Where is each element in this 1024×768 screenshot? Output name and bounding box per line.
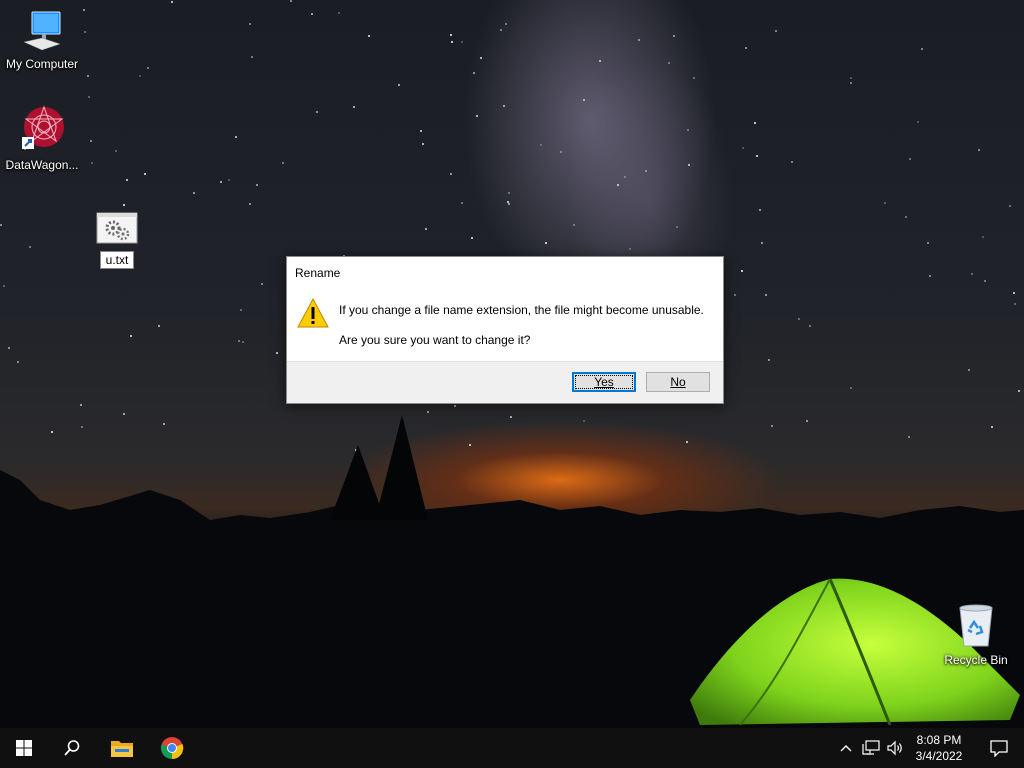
windows-logo-icon xyxy=(16,740,32,756)
rename-dialog: Rename If you change a file name extensi… xyxy=(286,256,724,404)
desktop-icon-label: My Computer xyxy=(5,57,79,71)
chrome-button[interactable] xyxy=(148,728,196,768)
dialog-message: If you change a file name extension, the… xyxy=(339,303,704,317)
action-center-button[interactable] xyxy=(974,728,1024,768)
desktop-icon-label: Recycle Bin xyxy=(944,653,1008,667)
dialog-title: Rename xyxy=(295,266,341,280)
volume-button[interactable] xyxy=(884,740,906,756)
rename-input[interactable]: u.txt xyxy=(99,251,135,269)
desktop-icon-u-txt[interactable]: u.txt xyxy=(86,212,148,269)
desktop-icon-recycle-bin[interactable]: Recycle Bin xyxy=(934,602,1018,667)
search-icon xyxy=(64,740,80,756)
datawagon-icon xyxy=(22,105,64,149)
yes-button[interactable]: Yes xyxy=(572,372,636,392)
show-hidden-icons-button[interactable] xyxy=(838,740,854,756)
chevron-up-icon xyxy=(840,745,852,752)
search-button[interactable] xyxy=(48,728,96,768)
desktop-icon-label: DataWagon... xyxy=(5,158,79,172)
file-explorer-button[interactable] xyxy=(98,728,146,768)
network-icon xyxy=(862,740,880,755)
dialog-question: Are you sure you want to change it? xyxy=(339,333,531,347)
speaker-icon xyxy=(887,740,902,756)
computer-icon xyxy=(23,11,61,51)
taskbar: 8:08 PM 3/4/2022 xyxy=(0,728,1024,768)
notification-icon xyxy=(990,740,1008,757)
dialog-button-bar: Yes No xyxy=(287,361,723,403)
warning-icon xyxy=(297,297,329,334)
no-button-label: No xyxy=(670,375,686,389)
clock-time: 8:08 PM xyxy=(916,733,962,747)
network-button[interactable] xyxy=(860,740,882,756)
settings-file-icon xyxy=(96,212,138,244)
system-clock[interactable]: 8:08 PM 3/4/2022 xyxy=(908,732,970,764)
start-button[interactable] xyxy=(0,728,48,768)
recycle-bin-icon xyxy=(959,604,993,647)
chrome-icon xyxy=(161,737,184,760)
file-explorer-icon xyxy=(111,741,133,757)
clock-date: 3/4/2022 xyxy=(915,749,963,763)
no-button[interactable]: No xyxy=(646,372,710,392)
desktop-icon-datawagon[interactable]: DataWagon... xyxy=(0,105,84,172)
yes-button-label: Yes xyxy=(594,375,614,389)
desktop-icon-my-computer[interactable]: My Computer xyxy=(0,8,84,71)
